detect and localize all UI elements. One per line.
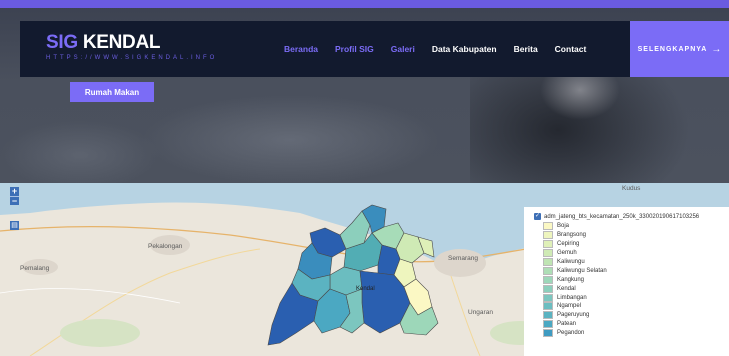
hero-background-photo-left [0, 120, 160, 183]
nav-link-berita[interactable]: Berita [514, 44, 538, 54]
map-urban-area [434, 249, 486, 277]
nav-link-galeri[interactable]: Galeri [391, 44, 415, 54]
legend-swatch [543, 293, 553, 302]
selengkapnya-label: SELENGKAPNYA [637, 45, 708, 53]
legend-item-label: Gemuh [557, 250, 577, 257]
checkbox-checked-icon[interactable]: ✓ [534, 213, 541, 220]
place-label-kendal: Kendal [356, 286, 375, 292]
legend-swatch [543, 258, 553, 266]
legend-item-label: Kangkung [557, 276, 585, 283]
zoom-out-button[interactable]: − [10, 196, 19, 206]
map-forest [60, 319, 140, 347]
legend-item-label: Pegandon [557, 330, 585, 337]
legend-layer-row[interactable]: ✓ adm_jateng_bts_kecamatan_250k_33002019… [534, 213, 729, 220]
legend-item-label: Brangsong [557, 232, 587, 239]
legend-swatch [543, 249, 553, 258]
legend-list: Boja Brangsong Cepiring Gemuh Kaliwungu Kaliw… [543, 222, 729, 338]
legend-item: Kangkung [543, 275, 729, 284]
legend-item: Brangsong [543, 231, 729, 240]
legend-item: Kaliwungu [543, 258, 729, 267]
legend-item-label: Patean [557, 321, 577, 328]
place-label-pekalongan: Pekalongan [148, 243, 183, 250]
brand-logo[interactable]: SIG KENDAL HTTPS://WWW.SIGKENDAL.INFO [46, 32, 217, 61]
legend-swatch [543, 231, 553, 240]
legend-swatch [543, 240, 553, 249]
legend-item: Boja [543, 222, 729, 231]
zoom-control: + − [10, 187, 19, 206]
legend-item-label: Kaliwungu [557, 259, 585, 265]
legend-swatch [543, 329, 553, 338]
zoom-in-button[interactable]: + [10, 187, 19, 196]
legend-item-label: Ngampel [557, 303, 582, 310]
selengkapnya-button[interactable]: SELENGKAPNYA → [630, 21, 729, 77]
hero-top-accent-strip [0, 0, 729, 8]
legend-item: Kendal [543, 284, 729, 293]
legend-item-label: Boja [557, 223, 570, 230]
legend-swatch [543, 284, 553, 293]
legend-item: Pegandon [543, 329, 729, 338]
brand-title: SIG KENDAL [46, 32, 217, 54]
nav-link-data-kabupaten[interactable]: Data Kabupaten [432, 44, 497, 54]
hero-section: SIG KENDAL HTTPS://WWW.SIGKENDAL.INFO Be… [0, 0, 729, 183]
legend-item: Cepiring [543, 240, 729, 249]
legend-item: Pageruyung [543, 311, 729, 320]
nav-link-profil-sig[interactable]: Profil SIG [335, 44, 374, 54]
legend-item-label: Kendal [557, 285, 576, 292]
legend-swatch [543, 275, 553, 284]
hero-background-photo [140, 95, 440, 183]
legend-layer-name: adm_jateng_bts_kecamatan_250k_3300201906… [544, 213, 700, 220]
legend-item: Kaliwungu Selatan [543, 266, 729, 275]
nav-link-beranda[interactable]: Beranda [284, 44, 318, 54]
nav-link-contact[interactable]: Contact [555, 44, 587, 54]
arrow-right-icon: → [711, 43, 722, 55]
navbar: SIG KENDAL HTTPS://WWW.SIGKENDAL.INFO Be… [20, 21, 729, 77]
legend-item-label: Cepiring [557, 241, 580, 248]
legend-item: Ngampel [543, 302, 729, 311]
legend-swatch [543, 222, 553, 231]
layers-icon[interactable]: ▤ [10, 221, 19, 230]
page: SIG KENDAL HTTPS://WWW.SIGKENDAL.INFO Be… [0, 0, 729, 356]
legend-swatch [543, 302, 553, 311]
place-label-ungaran: Ungaran [468, 309, 493, 316]
legend-item-label: Pageruyung [557, 312, 590, 319]
legend-swatch [543, 266, 553, 275]
place-label-kudus: Kudus [622, 185, 641, 192]
place-label-semarang: Semarang [448, 255, 478, 262]
brand-subtitle: HTTPS://WWW.SIGKENDAL.INFO [46, 55, 218, 61]
legend-item-label: Kaliwungu Selatan [557, 267, 607, 274]
place-label-pemalang: Pemalang [20, 265, 50, 272]
map-view[interactable]: + − ▤ Pekalongan Pemalang Semarang Kenda… [0, 183, 729, 356]
legend-item: Limbangan [543, 293, 729, 302]
legend-item: Gemuh [543, 249, 729, 258]
legend-item: Patean [543, 320, 729, 329]
main-nav: Beranda Profil SIG Galeri Data Kabupaten… [284, 21, 586, 77]
legend-swatch [543, 320, 553, 329]
legend-swatch [543, 311, 553, 320]
rumah-makan-button[interactable]: Rumah Makan [70, 82, 154, 102]
layer-legend: ✓ adm_jateng_bts_kecamatan_250k_33002019… [524, 207, 729, 356]
legend-item-label: Limbangan [557, 294, 587, 301]
brand-name-accent: SIG [46, 32, 78, 53]
brand-name-rest: KENDAL [77, 32, 161, 53]
